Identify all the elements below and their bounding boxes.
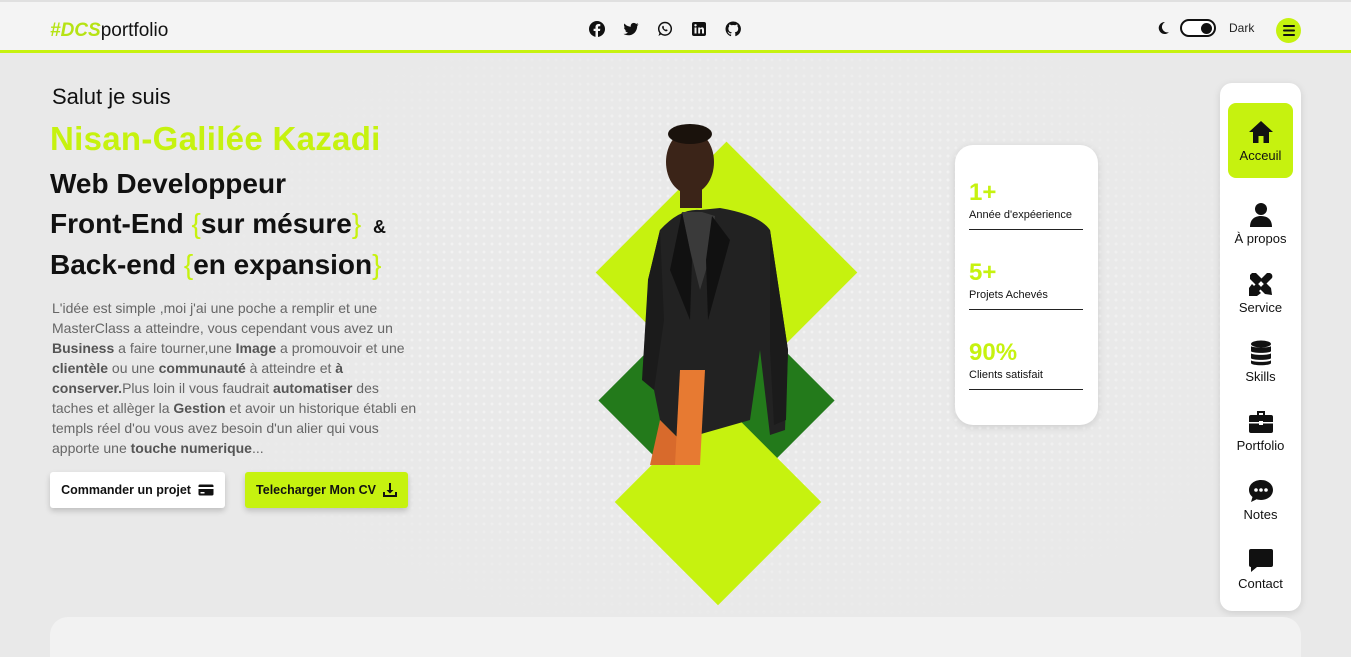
comment-dots-icon [1248, 479, 1273, 502]
download-cv-button[interactable]: Telecharger Mon CV [245, 472, 408, 508]
nav-label: Contact [1238, 575, 1283, 591]
credit-card-icon [198, 484, 214, 496]
stat-projects: 5+ Projets Achevés [969, 261, 1083, 310]
stats-card: 1+ Année d'expéerience 5+ Projets Achevé… [955, 145, 1098, 425]
site-logo[interactable]: #DCSportfolio [50, 20, 168, 42]
stat-value: 90% [969, 339, 1018, 366]
nav-item-portfolio[interactable]: Portfolio [1228, 399, 1293, 461]
profile-photo [642, 124, 788, 465]
role-frontend-detail: sur mésure [200, 208, 352, 239]
moon-icon [1158, 21, 1169, 34]
stat-value: 5+ [969, 259, 997, 286]
tools-icon [1248, 272, 1272, 296]
hero-description: L'idée est simple ,moi j'ai une poche a … [52, 300, 417, 456]
nav-label: Portfolio [1236, 437, 1285, 453]
role-title: Web Developpeur [50, 168, 286, 199]
nav-item-service[interactable]: Service [1228, 261, 1293, 323]
nav-item-notes[interactable]: Notes [1228, 468, 1293, 530]
nav-label: Skills [1245, 368, 1276, 384]
role-frontend: Front-End [50, 208, 192, 239]
nav-label: Notes [1243, 506, 1278, 522]
brace-close: } [351, 208, 362, 239]
side-navigation: Acceuil À propos Service Skills Portfoli… [1220, 83, 1301, 611]
next-section-card [50, 617, 1301, 657]
order-project-button[interactable]: Commander un projet [50, 472, 225, 508]
nav-label: Service [1238, 299, 1283, 315]
hamburger-icon [1282, 25, 1295, 36]
database-icon [1250, 340, 1271, 365]
message-icon [1248, 548, 1273, 572]
download-cv-label: Telecharger Mon CV [256, 483, 376, 497]
nav-item-acceuil[interactable]: Acceuil [1228, 103, 1293, 178]
toggle-knob [1201, 23, 1212, 34]
stat-value: 1+ [969, 179, 997, 206]
home-icon [1248, 121, 1273, 143]
theme-switcher: Dark [1156, 19, 1254, 37]
nav-item-skills[interactable]: Skills [1228, 330, 1293, 392]
stat-label: Projets Achevés [969, 289, 1048, 301]
role-backend-detail: en expansion [193, 249, 373, 280]
brace-open: { [183, 249, 194, 280]
brace-open: { [191, 208, 201, 239]
nav-label: Acceuil [1239, 148, 1282, 163]
menu-button[interactable] [1276, 18, 1301, 43]
linkedin-icon[interactable] [691, 21, 707, 37]
briefcase-icon [1248, 410, 1273, 433]
role-line-3: Back-end {en expansion} [50, 248, 381, 282]
order-project-label: Commander un projet [61, 483, 191, 497]
ampersand: & [373, 217, 386, 237]
stat-label: Clients satisfait [969, 369, 1043, 381]
stat-label: Année d'expéerience [969, 209, 1073, 221]
whatsapp-icon[interactable] [657, 21, 673, 37]
top-header: #DCSportfolio Dark [0, 0, 1351, 53]
github-icon[interactable] [725, 21, 741, 37]
dark-mode-toggle[interactable] [1180, 19, 1216, 37]
facebook-icon[interactable] [589, 21, 605, 37]
user-icon [1249, 202, 1272, 227]
role-line-1: Web Developpeur [50, 167, 286, 201]
social-links [589, 21, 741, 37]
greeting: Salut je suis [52, 84, 171, 109]
nav-item-contact[interactable]: Contact [1228, 537, 1293, 599]
logo-text: portfolio [100, 20, 169, 41]
hero-name: Nisan-Galilée Kazadi [50, 120, 381, 157]
stat-clients: 90% Clients satisfait [969, 341, 1083, 390]
twitter-icon[interactable] [623, 21, 639, 37]
nav-item-a-propos[interactable]: À propos [1228, 192, 1293, 254]
brace-close: } [372, 249, 382, 280]
role-backend: Back-end [50, 249, 184, 280]
stat-experience: 1+ Année d'expéerience [969, 181, 1083, 230]
role-line-2: Front-End {sur mésure} & [50, 207, 386, 241]
nav-label: À propos [1234, 230, 1287, 246]
download-icon [382, 483, 397, 497]
theme-label: Dark [1229, 21, 1255, 35]
logo-hash: #DCS [50, 20, 101, 41]
